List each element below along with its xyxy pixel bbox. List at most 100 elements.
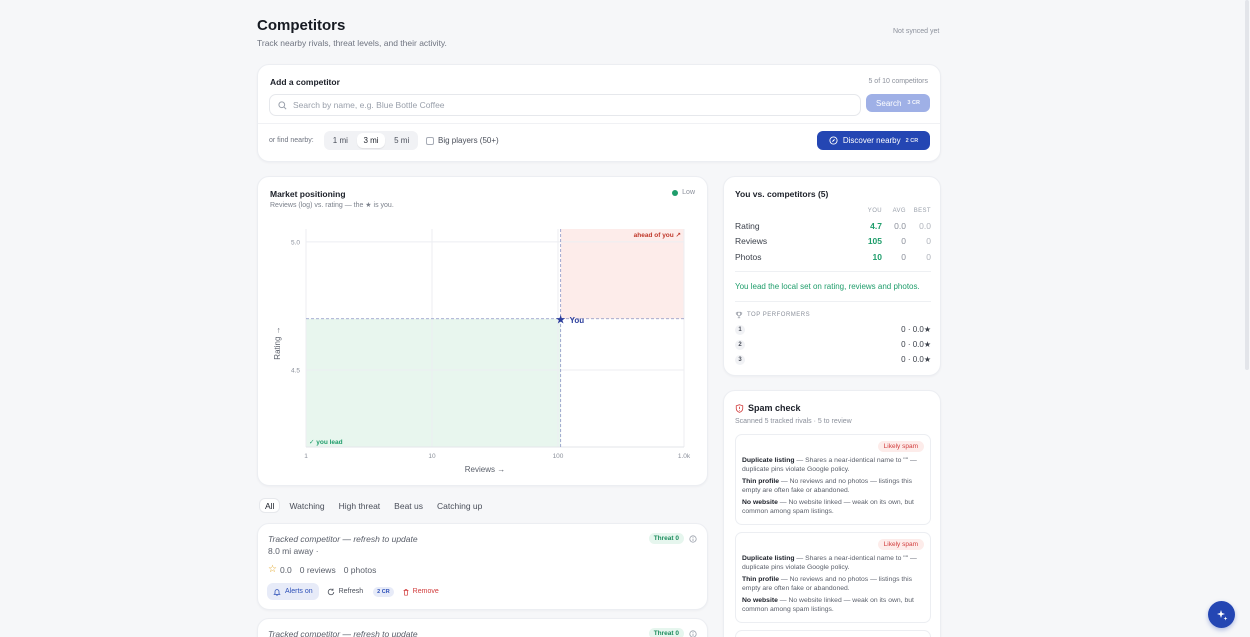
x-tick-label: 10 <box>428 453 436 460</box>
spam-subtitle: Scanned 5 tracked rivals · 5 to review <box>735 418 852 425</box>
comparison-title: You vs. competitors (5) <box>735 189 829 199</box>
info-icon[interactable] <box>689 534 697 543</box>
assistant-fab[interactable] <box>1208 601 1235 628</box>
likely-spam-badge: Likely spam <box>877 539 924 550</box>
search-button[interactable]: Search 3 CR <box>866 94 930 112</box>
x-axis-label: Reviews → <box>465 465 505 474</box>
tab-high-threat[interactable]: High threat <box>334 498 386 513</box>
threat-badge: Threat 0 <box>648 628 684 637</box>
competitor-name: Tracked competitor — refresh to update <box>268 629 418 637</box>
competitor-card[interactable]: Tracked competitor — refresh to update T… <box>257 523 708 610</box>
reason-label: Duplicate listing <box>742 555 795 562</box>
sync-status: Not synced yet <box>893 28 940 35</box>
reason-label: Thin profile <box>742 478 780 486</box>
row-avg: 0.0 <box>894 220 906 231</box>
col-you: YOU <box>867 208 882 214</box>
performer-rank: 2 <box>735 339 745 350</box>
compass-icon <box>829 136 838 145</box>
spam-reason: Thin profile — No reviews and no photos … <box>742 478 926 495</box>
big-players-toggle[interactable]: Big players (50+) <box>426 136 499 145</box>
competitor-stats: ☆ 0.0 0 reviews 0 photos <box>268 564 376 575</box>
reason-label: Duplicate listing <box>742 457 795 464</box>
tab-beat-us[interactable]: Beat us <box>389 498 428 513</box>
refresh-cost: 2 CR <box>373 586 394 597</box>
spam-reasons: Duplicate listing — Shares a near-identi… <box>742 457 926 521</box>
add-competitor-card: Add a competitor 5 of 10 competitors Sea… <box>257 64 941 162</box>
reason-label: No website <box>742 597 778 605</box>
photos-count: 0 photos <box>343 564 377 575</box>
remove-button[interactable]: Remove <box>402 588 439 596</box>
comparison-table: YOU AVG BEST Rating 4.7 0.0 0.0 Reviews … <box>735 208 931 265</box>
trash-icon <box>403 588 409 596</box>
row-best: 0 <box>926 251 931 262</box>
star-outline-icon: ☆ <box>268 564 277 575</box>
tab-watching[interactable]: Watching <box>284 498 329 513</box>
comparison-row-reviews: Reviews 105 0 0 <box>735 234 931 250</box>
divider <box>258 123 940 124</box>
comparison-summary: You lead the local set on rating, review… <box>735 282 920 291</box>
alerts-label: Alerts on <box>285 588 313 595</box>
threat-group: Threat 0 <box>648 533 697 544</box>
discover-nearby-button[interactable]: Discover nearby 2 CR <box>817 131 930 150</box>
top-performers-title: TOP PERFORMERS <box>747 312 811 318</box>
x-tick-label: 1 <box>304 453 308 460</box>
top-performers-list: 1 0 · 0.0★ 2 0 · 0.0★ 3 0 · 0.0★ <box>735 322 931 367</box>
radius-option-3mi[interactable]: 3 mi <box>356 133 386 148</box>
spam-reason: Duplicate listing — Shares a near-identi… <box>742 457 926 474</box>
competitor-rating: ☆ 0.0 <box>268 564 292 575</box>
tab-all[interactable]: All <box>259 498 281 513</box>
nearby-label: or find nearby: <box>269 137 314 144</box>
tab-catching-up[interactable]: Catching up <box>432 498 487 513</box>
top-performers-heading: TOP PERFORMERS <box>735 311 810 319</box>
remove-label: Remove <box>412 588 439 595</box>
row-avg: 0 <box>901 251 906 262</box>
radius-option-5mi[interactable]: 5 mi <box>387 133 416 148</box>
positioning-chart: 1 10 100 1.0k 5.0 4.5 ahead of you ↗ ✓ you l… <box>273 229 691 474</box>
performer-rank: 1 <box>735 324 745 335</box>
search-placeholder: Search by name, e.g. Blue Bottle Coffee <box>293 100 445 110</box>
likely-spam-badge: Likely spam <box>877 441 924 452</box>
spam-reason: No website — No website linked — weak on… <box>742 499 926 516</box>
ahead-label: ahead of you ↗ <box>634 232 681 239</box>
col-best: BEST <box>913 208 931 214</box>
spam-reason: Duplicate listing — Shares a near-identi… <box>742 555 926 572</box>
you-star-point[interactable]: ★ <box>555 312 566 326</box>
competitor-count: 5 of 10 competitors <box>868 78 928 85</box>
info-icon[interactable] <box>689 629 697 637</box>
y-tick-label: 5.0 <box>291 239 300 246</box>
reason-label: Thin profile <box>742 576 780 584</box>
row-label: Photos <box>735 251 762 262</box>
you-point-label: You <box>570 316 585 325</box>
refresh-button[interactable]: Refresh 2 CR <box>327 586 394 597</box>
performer-row: 1 0 · 0.0★ <box>735 322 931 337</box>
spam-reasons: Duplicate listing — Shares a near-identi… <box>742 555 926 619</box>
radius-option-1mi[interactable]: 1 mi <box>326 133 355 148</box>
comparison-card: You vs. competitors (5) YOU AVG BEST Rat… <box>723 176 941 376</box>
performer-value: 0 · 0.0★ <box>901 340 931 349</box>
y-axis-label: Rating → <box>273 326 282 359</box>
alerts-button[interactable]: Alerts on <box>267 583 319 600</box>
spam-check-card: Spam check Scanned 5 tracked rivals · 5 … <box>723 390 941 637</box>
search-input[interactable]: Search by name, e.g. Blue Bottle Coffee <box>269 94 861 116</box>
reviews-count: 0 reviews <box>299 564 336 575</box>
divider <box>735 271 931 272</box>
ahead-zone <box>560 229 684 319</box>
page-title: Competitors <box>257 17 346 34</box>
x-tick-label: 100 <box>553 453 564 460</box>
shield-alert-icon <box>735 403 744 413</box>
threat-badge: Threat 0 <box>648 533 684 544</box>
performer-row: 3 0 · 0.0★ <box>735 352 931 367</box>
lead-zone <box>306 318 561 447</box>
page-scrollbar[interactable] <box>1245 0 1249 370</box>
discover-cost: 2 CR <box>905 137 919 144</box>
competitor-card[interactable]: Tracked competitor — refresh to update T… <box>257 618 708 637</box>
competitor-name: Tracked competitor — refresh to update <box>268 534 418 544</box>
spam-item-card[interactable]: Likely spam Duplicate listing — Shares a… <box>735 532 931 623</box>
performer-rank: 3 <box>735 354 745 365</box>
y-tick-labels: 5.0 4.5 <box>291 239 300 374</box>
big-players-checkbox[interactable] <box>426 136 434 145</box>
spam-item-card[interactable]: Likely spam Duplicate listing — Shares a… <box>735 434 931 525</box>
refresh-label: Refresh <box>338 588 364 595</box>
spam-reason: No website — No website linked — weak on… <box>742 597 926 614</box>
spam-item-card[interactable] <box>735 630 931 637</box>
